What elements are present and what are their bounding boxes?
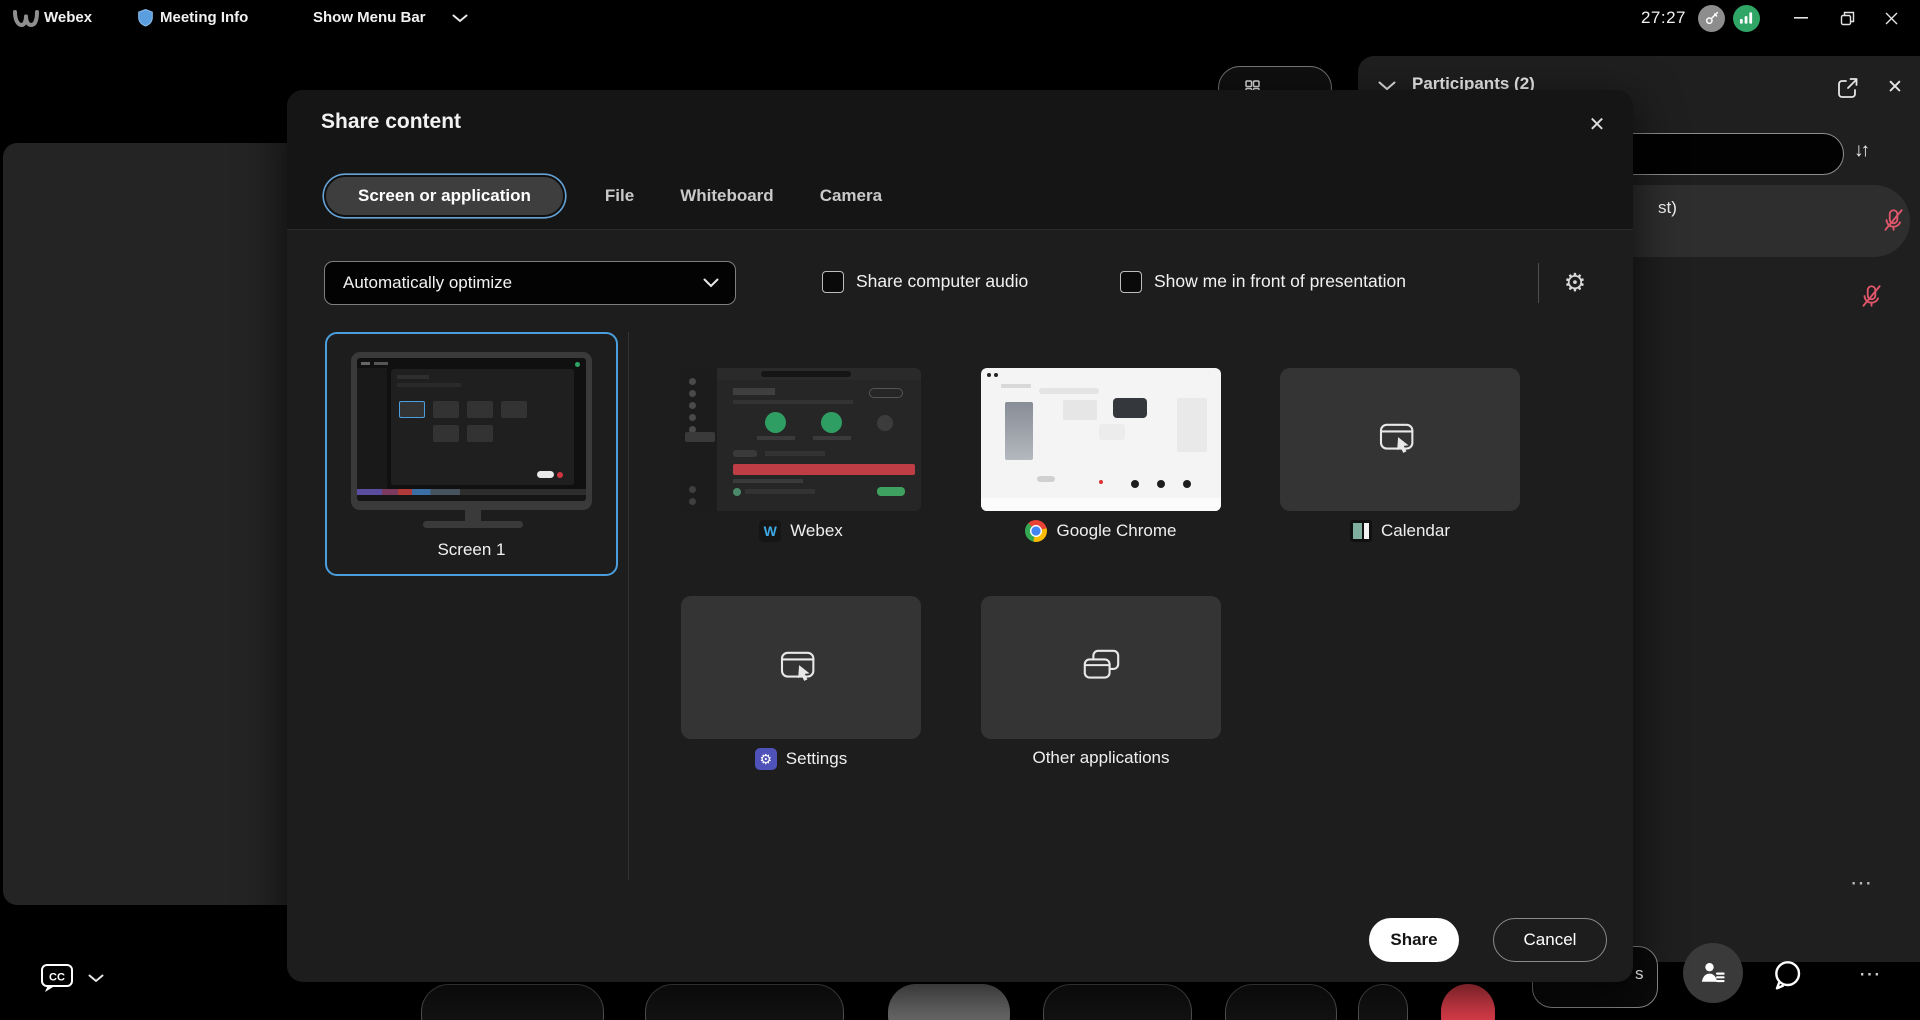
chevron-down-icon	[703, 278, 719, 288]
share-content-dialog: Share content ✕ Screen or application Fi…	[287, 90, 1633, 982]
app-label: Webex	[790, 521, 843, 541]
monitor-stand-base	[423, 521, 523, 528]
show-me-label: Show me in front of presentation	[1154, 271, 1406, 292]
connection-quality-icon[interactable]	[1733, 5, 1760, 32]
other-applications-label-row: Other applications	[981, 748, 1221, 768]
tab-file[interactable]: File	[599, 186, 640, 206]
share-window-icon	[778, 649, 824, 687]
chrome-app-icon	[1025, 520, 1047, 542]
calendar-app-icon	[1350, 520, 1372, 542]
shield-icon	[137, 8, 154, 28]
webex-app-icon: W	[759, 520, 781, 542]
settings-app-card[interactable]	[681, 596, 921, 739]
restore-button[interactable]	[1832, 3, 1862, 33]
participant-name-fragment: st)	[1658, 198, 1677, 218]
screen1-thumbnail-preview	[357, 358, 586, 501]
app-label: Other applications	[1032, 748, 1169, 768]
sort-participants-icon[interactable]: ↓↑	[1854, 140, 1867, 162]
tab-screen-or-application[interactable]: Screen or application	[324, 175, 565, 217]
show-menu-bar-button[interactable]: Show Menu Bar	[313, 9, 426, 26]
share-button[interactable]: Share	[1369, 918, 1459, 962]
app-label: Google Chrome	[1056, 521, 1176, 541]
calendar-label-row: Calendar	[1280, 520, 1520, 542]
webex-thumbnail-preview	[681, 368, 921, 511]
share-audio-label: Share computer audio	[856, 271, 1028, 292]
popout-panel-icon[interactable]	[1836, 76, 1862, 102]
share-window-icon	[1377, 421, 1423, 459]
mic-muted-icon	[1880, 207, 1906, 233]
monitor-frame	[351, 352, 592, 510]
title-bar: Webex Meeting Info Show Menu Bar 27:27	[0, 0, 1920, 36]
apps-button-text-fragment: s	[1635, 964, 1644, 984]
chevron-down-icon	[88, 974, 104, 983]
control-pill-fragment[interactable]	[1225, 984, 1337, 1020]
dialog-title: Share content	[321, 110, 461, 134]
cc-label: CC	[49, 972, 65, 984]
control-pill-fragment[interactable]	[1043, 984, 1192, 1020]
participants-toggle-button[interactable]	[1683, 943, 1743, 1003]
divider	[628, 332, 629, 880]
lock-key-icon[interactable]	[1698, 5, 1725, 32]
control-pill-fragment[interactable]	[888, 984, 1010, 1020]
closed-captions-button[interactable]: CC	[40, 952, 132, 1004]
cc-icon: CC	[40, 962, 74, 994]
webex-app-card[interactable]	[681, 368, 921, 511]
cancel-button[interactable]: Cancel	[1493, 918, 1607, 962]
screen-1-card[interactable]: Screen 1	[325, 332, 618, 576]
dialog-tabs: Screen or application File Whiteboard Ca…	[324, 174, 888, 218]
meeting-info-button[interactable]: Meeting Info	[160, 9, 248, 26]
webex-window: Webex Meeting Info Show Menu Bar 27:27	[0, 0, 1920, 1020]
screen-1-label: Screen 1	[327, 540, 616, 560]
close-window-button[interactable]	[1876, 3, 1906, 33]
optimize-dropdown[interactable]: Automatically optimize	[324, 261, 736, 305]
webex-label-row: W Webex	[681, 520, 921, 542]
tab-whiteboard[interactable]: Whiteboard	[674, 186, 780, 206]
chat-icon	[1771, 959, 1803, 991]
optimize-dropdown-value: Automatically optimize	[343, 273, 512, 293]
mic-muted-icon	[1858, 283, 1884, 309]
settings-label-row: ⚙ Settings	[681, 748, 921, 770]
divider	[1538, 263, 1539, 303]
dialog-controls-row: Automatically optimize Share computer au…	[287, 261, 1633, 305]
app-label: Settings	[786, 749, 847, 769]
app-name: Webex	[44, 9, 92, 26]
share-settings-gear-icon[interactable]: ⚙	[1555, 263, 1595, 303]
chat-button[interactable]	[1768, 956, 1806, 994]
minimize-button[interactable]	[1786, 3, 1816, 33]
show-me-checkbox[interactable]	[1120, 271, 1142, 293]
other-applications-card[interactable]	[981, 596, 1221, 739]
meeting-timer: 27:27	[1641, 8, 1686, 28]
leave-meeting-button-fragment[interactable]	[1441, 984, 1495, 1020]
participants-more-options[interactable]: ⋯	[1850, 870, 1874, 896]
participants-icon	[1698, 959, 1728, 987]
google-chrome-app-card[interactable]	[981, 368, 1221, 511]
control-pill-fragment[interactable]	[1358, 984, 1408, 1020]
control-pill-fragment[interactable]	[421, 984, 604, 1020]
calendar-app-card[interactable]	[1280, 368, 1520, 511]
webex-logo-icon	[11, 8, 41, 29]
app-label: Calendar	[1381, 521, 1450, 541]
chrome-thumbnail-preview	[981, 368, 1221, 511]
chevron-down-icon[interactable]	[452, 14, 468, 23]
control-pill-fragment[interactable]	[645, 984, 844, 1020]
stacked-windows-icon	[1078, 647, 1124, 689]
close-dialog-button[interactable]: ✕	[1581, 108, 1613, 140]
tab-camera[interactable]: Camera	[814, 186, 888, 206]
share-audio-checkbox[interactable]	[822, 271, 844, 293]
monitor-stand	[465, 510, 481, 521]
settings-app-icon: ⚙	[755, 748, 777, 770]
more-options-button[interactable]: ⋯	[1850, 954, 1890, 994]
chrome-label-row: Google Chrome	[981, 520, 1221, 542]
close-panel-icon[interactable]: ✕	[1882, 74, 1908, 100]
